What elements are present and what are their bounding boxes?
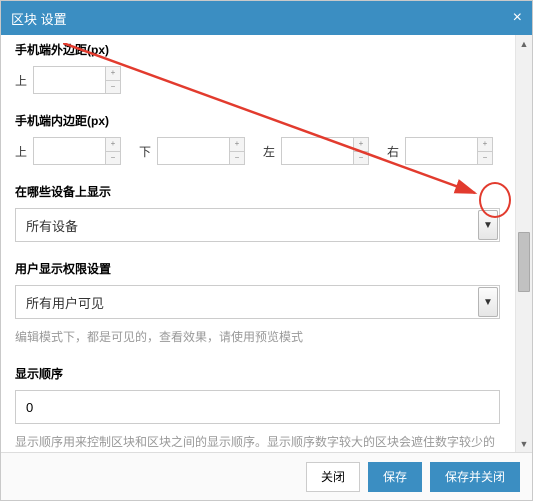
label-top: 上 <box>15 72 29 89</box>
close-button[interactable]: 关闭 <box>306 462 360 492</box>
spin-up[interactable]: + <box>477 137 493 151</box>
padding-top-input[interactable]: +− <box>33 137 121 165</box>
scrollbar[interactable]: ▲ ▼ <box>515 35 532 452</box>
modal-footer: 关闭 保存 保存并关闭 <box>1 452 532 500</box>
padding-bottom-input[interactable]: +− <box>157 137 245 165</box>
label-mobile-padding: 手机端内边距(px) <box>15 112 500 129</box>
spin-up[interactable]: + <box>353 137 369 151</box>
scroll-thumb[interactable] <box>518 232 530 292</box>
chevron-down-icon[interactable]: ▼ <box>478 287 498 317</box>
padding-bottom-field[interactable] <box>157 137 229 165</box>
scroll-content: 手机端外边距(px) 上 +− 手机端内边距(px) 上 +− <box>1 35 514 452</box>
scroll-track[interactable] <box>516 52 532 435</box>
label-bottom: 下 <box>139 143 153 160</box>
permission-hint: 编辑模式下，都是可见的，查看效果，请使用预览模式 <box>15 327 500 347</box>
spin-up[interactable]: + <box>105 137 121 151</box>
spin-down[interactable]: − <box>105 80 121 95</box>
label-mobile-margin: 手机端外边距(px) <box>15 41 500 58</box>
modal-title: 区块 设置 <box>11 9 67 28</box>
spin-down[interactable]: − <box>229 151 245 166</box>
margin-top-input[interactable]: +− <box>33 66 121 94</box>
margin-top-field[interactable] <box>33 66 105 94</box>
devices-select[interactable]: 所有设备 ▼ <box>15 208 500 242</box>
spin-down[interactable]: − <box>477 151 493 166</box>
label-left: 左 <box>263 143 277 160</box>
label-right: 右 <box>387 143 401 160</box>
padding-right-field[interactable] <box>405 137 477 165</box>
row-mobile-margin: 上 +− <box>15 66 500 94</box>
permission-selected: 所有用户可见 <box>26 293 104 312</box>
scroll-down-icon[interactable]: ▼ <box>516 435 532 452</box>
scroll-up-icon[interactable]: ▲ <box>516 35 532 52</box>
spin-down[interactable]: − <box>105 151 121 166</box>
order-hint: 显示顺序用来控制区块和区块之间的显示顺序。显示顺序数字较大的区块会遮住数字较少的… <box>15 432 500 452</box>
spin-up[interactable]: + <box>229 137 245 151</box>
save-button[interactable]: 保存 <box>368 462 422 492</box>
close-icon[interactable]: × <box>513 10 522 26</box>
block-settings-modal: 区块 设置 × 手机端外边距(px) 上 +− 手机端内边距(px) 上 <box>0 0 533 501</box>
save-close-button[interactable]: 保存并关闭 <box>430 462 520 492</box>
padding-top-field[interactable] <box>33 137 105 165</box>
chevron-down-icon[interactable]: ▼ <box>478 210 498 240</box>
row-mobile-padding: 上 +− 下 +− 左 +− <box>15 137 500 165</box>
padding-left-field[interactable] <box>281 137 353 165</box>
label-top: 上 <box>15 143 29 160</box>
label-permission: 用户显示权限设置 <box>15 260 500 277</box>
devices-selected: 所有设备 <box>26 216 78 235</box>
padding-left-input[interactable]: +− <box>281 137 369 165</box>
label-devices: 在哪些设备上显示 <box>15 183 500 200</box>
label-order: 显示顺序 <box>15 365 500 382</box>
spin-down[interactable]: − <box>353 151 369 166</box>
modal-header: 区块 设置 × <box>1 1 532 35</box>
order-input[interactable] <box>15 390 500 424</box>
permission-select[interactable]: 所有用户可见 ▼ <box>15 285 500 319</box>
padding-right-input[interactable]: +− <box>405 137 493 165</box>
modal-body: 手机端外边距(px) 上 +− 手机端内边距(px) 上 +− <box>1 35 532 452</box>
spin-up[interactable]: + <box>105 66 121 80</box>
